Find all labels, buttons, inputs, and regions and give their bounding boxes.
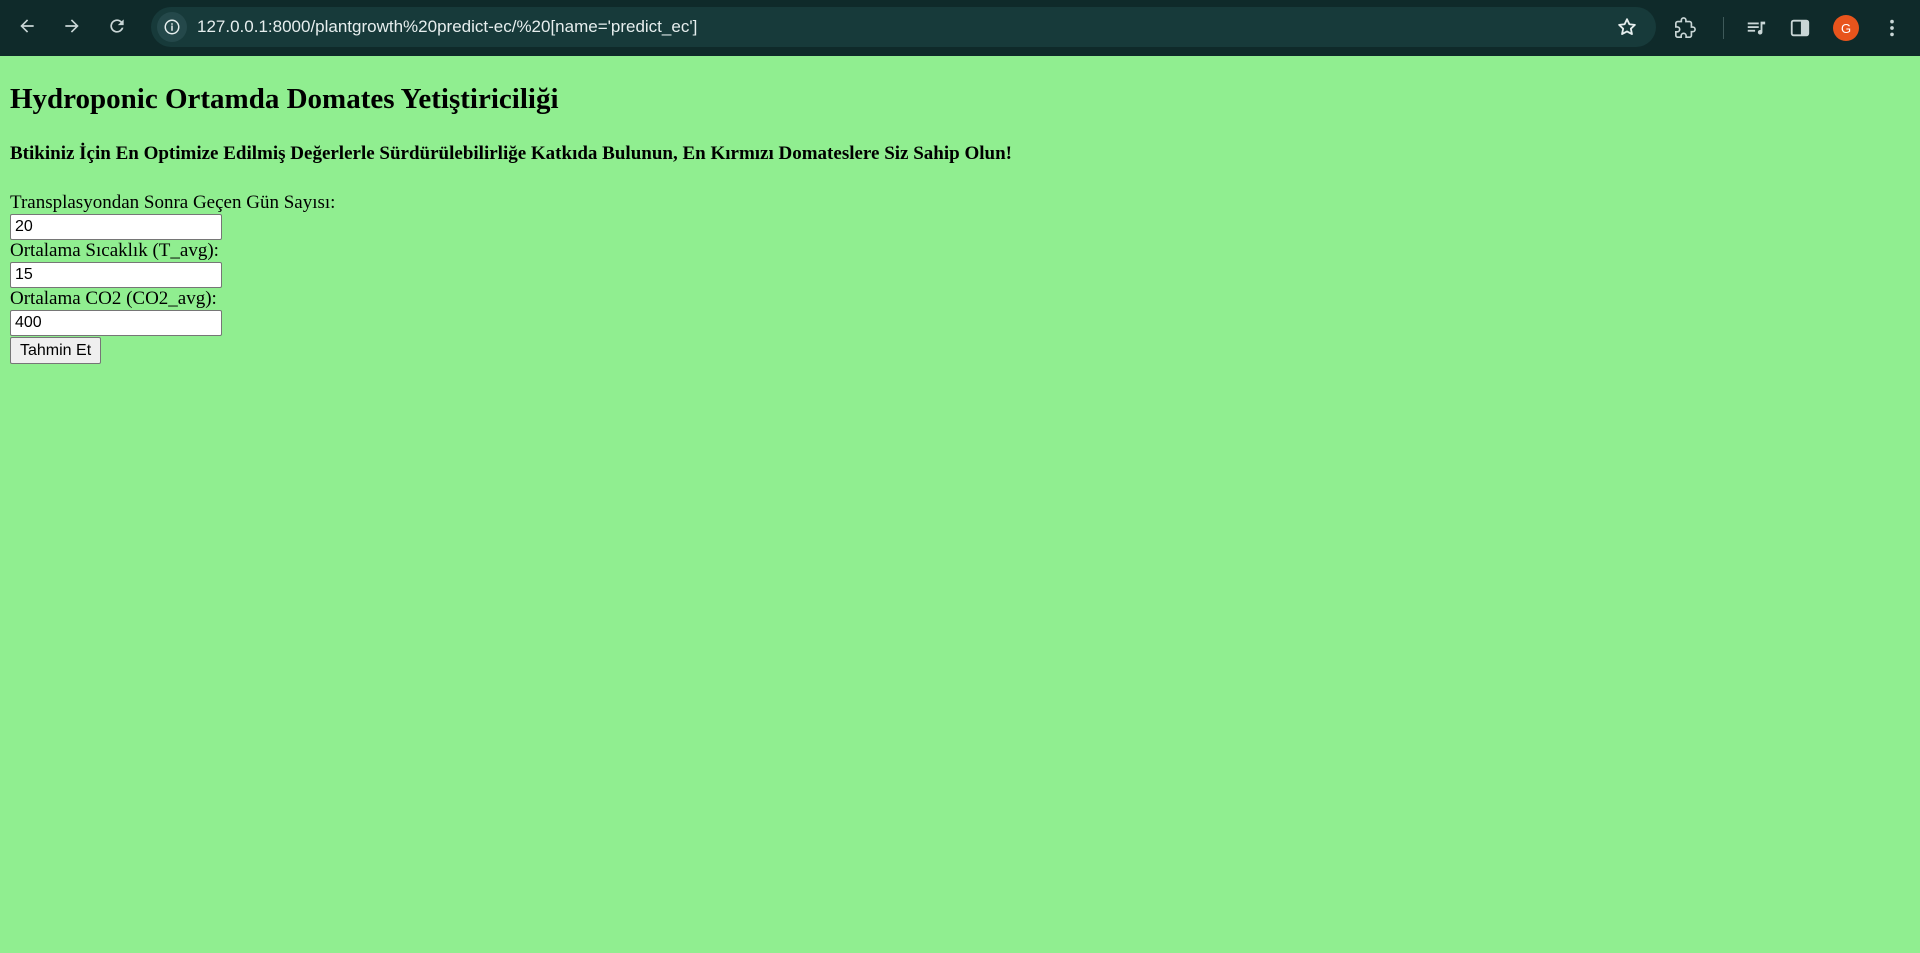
bookmark-star-icon bbox=[1618, 18, 1636, 35]
back-icon bbox=[20, 19, 34, 33]
site-info-icon bbox=[164, 19, 180, 35]
co2-label: Ortalama CO2 (CO2_avg): bbox=[10, 288, 217, 309]
site-info-button[interactable] bbox=[157, 12, 187, 42]
url-text[interactable]: 127.0.0.1:8000/plantgrowth%20predict-ec/… bbox=[197, 17, 697, 37]
page-content: Hydroponic Ortamda Domates Yetiştiricili… bbox=[0, 56, 1920, 953]
more-menu-icon bbox=[1890, 19, 1894, 37]
page-subtitle: Btikiniz İçin En Optimize Edilmiş Değerl… bbox=[10, 143, 1012, 164]
page-title: Hydroponic Ortamda Domates Yetiştiricili… bbox=[10, 83, 559, 115]
avatar: G bbox=[1833, 15, 1859, 41]
side-panel-button[interactable] bbox=[1782, 10, 1818, 46]
profile-button[interactable]: G bbox=[1828, 10, 1864, 46]
media-controls-icon bbox=[1747, 21, 1766, 35]
predict-button[interactable]: Tahmin Et bbox=[10, 337, 102, 364]
bookmark-button[interactable] bbox=[1614, 14, 1640, 40]
toolbar-divider bbox=[1723, 17, 1724, 39]
address-bar[interactable]: 127.0.0.1:8000/plantgrowth%20predict-ec/… bbox=[151, 7, 1656, 47]
reload-icon bbox=[110, 19, 124, 33]
more-menu-button[interactable] bbox=[1874, 10, 1910, 46]
temperature-input[interactable] bbox=[10, 262, 222, 288]
forward-icon bbox=[65, 19, 79, 33]
reload-button[interactable] bbox=[99, 8, 135, 44]
media-controls-button[interactable] bbox=[1738, 10, 1774, 46]
extensions-button[interactable] bbox=[1667, 10, 1703, 46]
extensions-icon bbox=[1675, 17, 1696, 38]
temperature-label: Ortalama Sıcaklık (T_avg): bbox=[10, 240, 219, 261]
back-button[interactable] bbox=[9, 8, 45, 44]
forward-button[interactable] bbox=[54, 8, 90, 44]
days-label: Transplasyondan Sonra Geçen Gün Sayısı: bbox=[10, 192, 336, 213]
days-input[interactable] bbox=[10, 214, 222, 240]
co2-input[interactable] bbox=[10, 310, 222, 336]
prediction-form: Transplasyondan Sonra Geçen Gün Sayısı: … bbox=[10, 192, 335, 364]
browser-toolbar: 127.0.0.1:8000/plantgrowth%20predict-ec/… bbox=[0, 0, 1920, 56]
toolbar-actions: G bbox=[1667, 0, 1920, 56]
side-panel-icon bbox=[1790, 19, 1810, 37]
